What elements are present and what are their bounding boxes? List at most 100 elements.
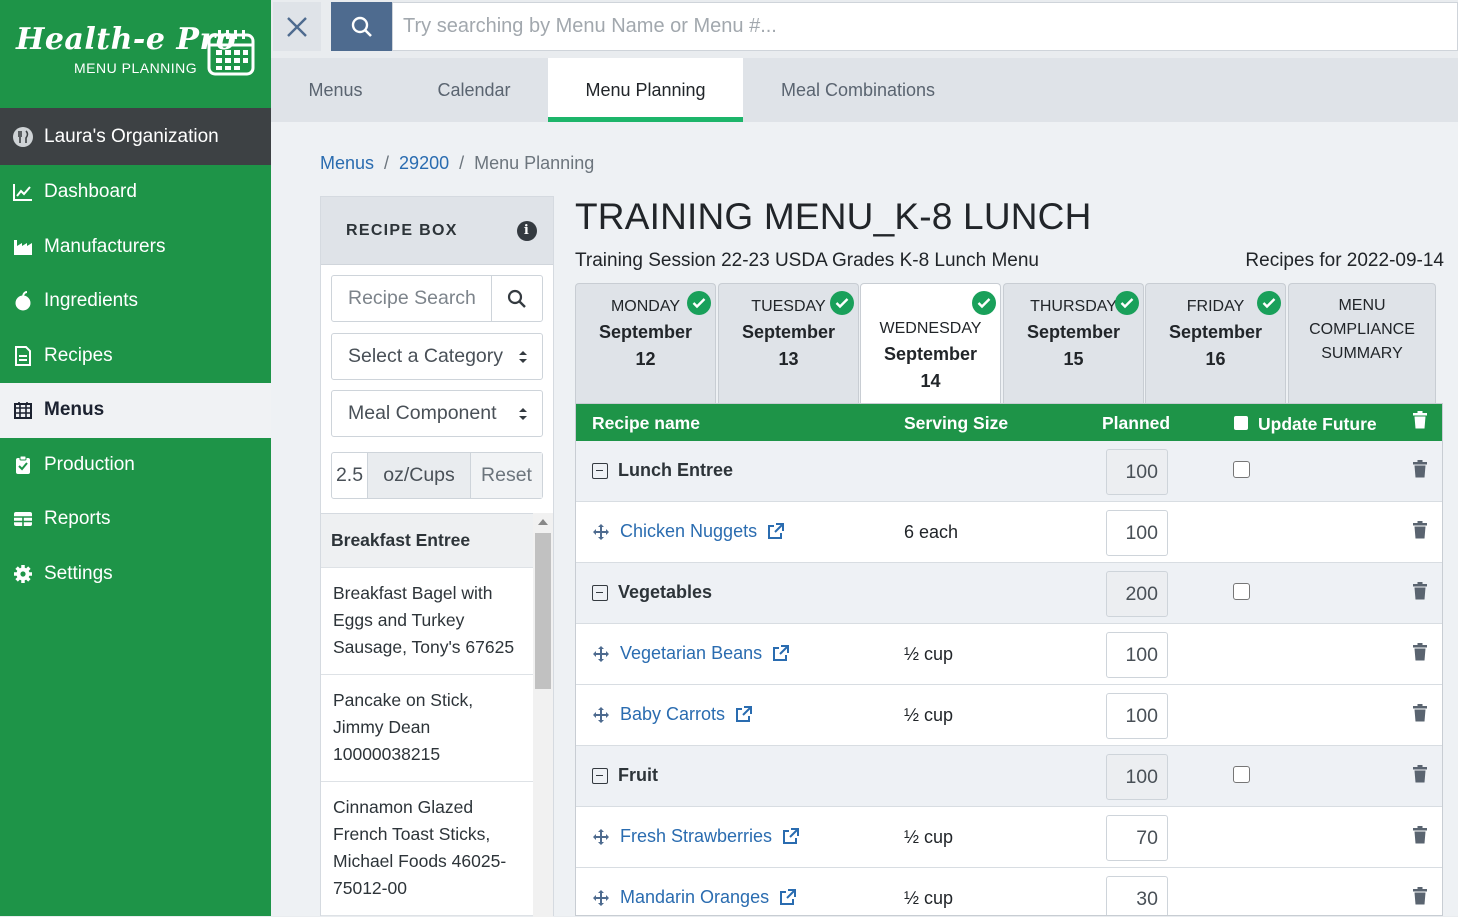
trash-icon[interactable]	[1412, 826, 1428, 849]
menu-search-input[interactable]	[392, 2, 1458, 51]
utensils-icon	[13, 126, 33, 147]
serving-size: ½ cup	[904, 888, 954, 908]
day-tab-thursday[interactable]: THURSDAY September 15	[1003, 283, 1144, 403]
day-date: 14	[920, 371, 941, 391]
breadcrumb-menus[interactable]: Menus	[320, 153, 374, 173]
portion-value-input[interactable]: 2.5	[332, 453, 368, 498]
planned-input[interactable]: 100	[1106, 693, 1168, 739]
planned-input: 100	[1106, 449, 1168, 495]
recipe-search-field[interactable]: Recipe Search	[331, 275, 543, 322]
recipe-link[interactable]: Mandarin Oranges	[620, 887, 769, 908]
planned-input[interactable]: 100	[1106, 510, 1168, 556]
day-date: 12	[635, 349, 656, 369]
sidebar-item-manufacturers[interactable]: Manufacturers	[0, 220, 271, 275]
sidebar-item-label: Settings	[44, 562, 113, 584]
trash-icon[interactable]	[1412, 582, 1428, 605]
file-icon	[12, 345, 34, 367]
update-future-checkbox[interactable]	[1233, 461, 1250, 478]
reset-button[interactable]: Reset	[471, 453, 542, 498]
sidebar-item-recipes[interactable]: Recipes	[0, 329, 271, 384]
recipe-list-item[interactable]: Pancake on Stick, Jimmy Dean 10000038215	[321, 675, 533, 782]
serving-size: ½ cup	[904, 705, 954, 725]
drag-handle-icon[interactable]	[592, 706, 610, 724]
recipe-link[interactable]: Vegetarian Beans	[620, 643, 762, 664]
trash-icon[interactable]	[1412, 887, 1428, 910]
planned-input[interactable]: 30	[1106, 876, 1168, 915]
serving-size: ½ cup	[904, 827, 954, 847]
day-tab-monday[interactable]: MONDAY September 12	[575, 283, 716, 403]
update-future-checkbox[interactable]	[1233, 583, 1250, 600]
tab-menu-compliance-summary[interactable]: MENU COMPLIANCE SUMMARY	[1288, 283, 1436, 403]
drag-handle-icon[interactable]	[592, 523, 610, 541]
recipe-name-cell: Fresh Strawberries	[592, 826, 800, 847]
serving-size: 6 each	[904, 522, 959, 542]
logo[interactable]: Health-e Pro MENU PLANNING	[0, 0, 271, 108]
sidebar-item-label: Ingredients	[44, 290, 139, 312]
trash-icon[interactable]	[1412, 521, 1428, 544]
sidebar-item-menus[interactable]: Menus	[0, 383, 271, 438]
search-button[interactable]	[331, 2, 392, 51]
menu-recipe-grid: Recipe name Serving Size Planned Update …	[575, 403, 1443, 916]
search-icon	[507, 289, 526, 308]
recipe-row: Vegetarian Beans ½ cup 100	[576, 624, 1442, 685]
day-tabs: MONDAY September 12 TUESDAY September 13…	[575, 283, 1443, 404]
trash-icon[interactable]	[1412, 411, 1428, 434]
tab-meal-combinations[interactable]: Meal Combinations	[749, 58, 967, 122]
collapse-icon[interactable]	[592, 462, 608, 479]
day-date: 13	[778, 349, 799, 369]
recipe-search-button[interactable]	[491, 276, 542, 321]
trash-icon[interactable]	[1412, 765, 1428, 788]
breadcrumb-menu-number[interactable]: 29200	[399, 153, 449, 173]
tab-calendar[interactable]: Calendar	[406, 58, 542, 122]
sidebar-item-label: Recipes	[44, 344, 113, 366]
recipe-link[interactable]: Fresh Strawberries	[620, 826, 772, 847]
sidebar-item-reports[interactable]: Reports	[0, 492, 271, 547]
planned-input[interactable]: 100	[1106, 632, 1168, 678]
organization-selector[interactable]: Laura's Organization	[0, 108, 271, 165]
external-link-icon[interactable]	[767, 523, 785, 540]
close-button[interactable]	[273, 2, 321, 51]
sidebar-item-ingredients[interactable]: Ingredients	[0, 274, 271, 329]
recipe-search-input[interactable]: Recipe Search	[332, 287, 491, 310]
day-tab-wednesday[interactable]: WEDNESDAY September 14	[860, 283, 1001, 404]
trash-icon[interactable]	[1412, 704, 1428, 727]
recipe-list-item[interactable]: Breakfast Bagel with Eggs and Turkey Sau…	[321, 568, 533, 675]
drag-handle-icon[interactable]	[592, 645, 610, 663]
trash-icon[interactable]	[1412, 643, 1428, 666]
info-icon[interactable]: i	[517, 220, 537, 241]
sidebar-item-dashboard[interactable]: Dashboard	[0, 165, 271, 220]
external-link-icon[interactable]	[735, 706, 753, 723]
external-link-icon[interactable]	[772, 645, 790, 662]
drag-handle-icon[interactable]	[592, 889, 610, 907]
tab-menu-planning[interactable]: Menu Planning	[548, 58, 743, 122]
day-tab-friday[interactable]: FRIDAY September 16	[1145, 283, 1286, 403]
day-month: September	[883, 344, 978, 364]
drag-handle-icon[interactable]	[592, 828, 610, 846]
external-link-icon[interactable]	[782, 828, 800, 845]
breadcrumb-current: Menu Planning	[474, 153, 595, 173]
planned-input[interactable]: 70	[1106, 815, 1168, 861]
collapse-icon[interactable]	[592, 767, 608, 784]
sidebar-item-settings[interactable]: Settings	[0, 547, 271, 602]
collapse-icon[interactable]	[592, 584, 608, 601]
recipe-link[interactable]: Baby Carrots	[620, 704, 725, 725]
category-select[interactable]: Select a Category	[331, 333, 543, 380]
external-link-icon[interactable]	[779, 889, 797, 906]
update-future-checkbox[interactable]	[1234, 416, 1248, 430]
recipe-list-scrollbar[interactable]	[533, 513, 553, 917]
recipe-list-category: Breakfast Entree	[321, 514, 533, 568]
recipe-list-item[interactable]: Cinnamon Glazed French Toast Sticks, Mic…	[321, 782, 533, 916]
tab-menus[interactable]: Menus	[271, 58, 400, 122]
recipe-link[interactable]: Chicken Nuggets	[620, 521, 757, 542]
trash-icon[interactable]	[1412, 460, 1428, 483]
scroll-up-arrow-icon[interactable]	[538, 519, 548, 525]
scrollbar-thumb[interactable]	[535, 533, 551, 689]
sidebar-item-label: Reports	[44, 508, 111, 530]
update-future-checkbox[interactable]	[1233, 766, 1250, 783]
meal-component-select[interactable]: Meal Component	[331, 390, 543, 437]
sidebar: Health-e Pro MENU PLANNING Laura's Organ…	[0, 0, 271, 916]
sidebar-item-production[interactable]: Production	[0, 438, 271, 493]
day-tab-tuesday[interactable]: TUESDAY September 13	[718, 283, 859, 403]
category-name-cell: Vegetables	[592, 582, 712, 603]
check-circle-icon	[1257, 291, 1281, 315]
